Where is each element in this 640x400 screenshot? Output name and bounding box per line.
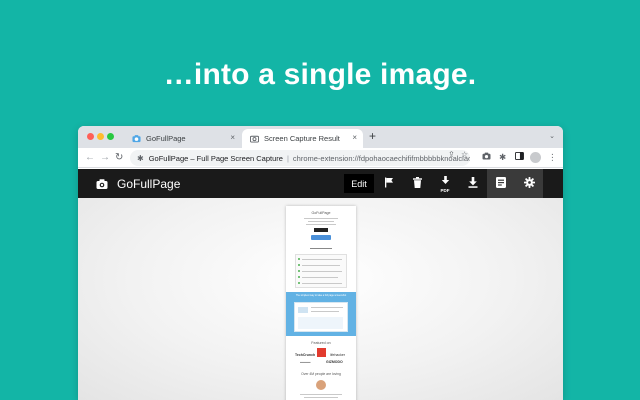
reload-icon[interactable]: ↻ — [115, 152, 123, 163]
thumbnail-logo: ▬▬▬ — [300, 360, 311, 364]
extension-puzzle-icon: ✱ — [137, 153, 144, 163]
share-icon[interactable]: ⇪ — [448, 150, 455, 159]
tab-screen-capture-result[interactable]: Screen Capture Result × — [242, 129, 363, 148]
edit-button[interactable]: Edit — [344, 174, 374, 193]
side-panel-icon[interactable] — [515, 152, 524, 162]
bookmark-star-icon[interactable]: ☆ — [461, 150, 468, 159]
thumbnail-logo: TechCrunch — [295, 353, 316, 357]
tab-label: Screen Capture Result — [264, 134, 340, 143]
tab-label: GoFullPage — [146, 134, 186, 143]
gofullpage-extension-icon[interactable] — [482, 152, 491, 162]
flag-button[interactable] — [375, 169, 403, 198]
extensions-puzzle-icon[interactable]: ✱ — [499, 152, 506, 163]
thumbnail-testimonials-title: Over 4M people are loving — [301, 372, 341, 376]
headline: …into a single image. — [163, 58, 477, 91]
maximize-window-button[interactable] — [107, 133, 114, 140]
tab-gofullpage[interactable]: GoFullPage × — [124, 129, 241, 148]
thumbnail-screenshot — [294, 302, 348, 332]
app-bar: GoFullPage Edit PDF — [78, 169, 563, 198]
file-list-button[interactable] — [487, 169, 515, 198]
close-window-button[interactable] — [87, 133, 94, 140]
new-tab-button[interactable]: + — [369, 129, 376, 143]
site-label: GoFullPage – Full Page Screen Capture — [148, 153, 283, 163]
gear-icon — [523, 175, 535, 193]
trash-icon — [412, 175, 422, 193]
settings-button[interactable] — [515, 169, 543, 198]
app-title: GoFullPage — [117, 177, 181, 191]
thumbnail-logo: lifehacker — [330, 353, 345, 357]
browser-toolbar: ← → ↻ ✱ GoFullPage – Full Page Screen Ca… — [78, 148, 563, 168]
close-tab-icon[interactable]: × — [230, 133, 235, 142]
tab-strip: GoFullPage × Screen Capture Result × + ⌄ — [78, 126, 563, 148]
document-list-icon — [496, 175, 506, 193]
forward-arrow-icon[interactable]: → — [100, 152, 110, 163]
close-tab-icon[interactable]: × — [352, 133, 357, 142]
download-icon — [468, 175, 478, 193]
thumbnail-header-title: GoFullPage — [311, 211, 331, 215]
thumbnail-featured-on: Featured on — [311, 341, 331, 345]
camera-icon — [132, 134, 141, 143]
thumbnail-band-title: The simplest way to take a full page scr… — [295, 294, 347, 297]
download-pdf-button[interactable]: PDF — [431, 169, 459, 198]
browser-menu-icon[interactable]: ⋮ — [548, 152, 557, 163]
pdf-label: PDF — [440, 188, 450, 193]
download-image-button[interactable] — [459, 169, 487, 198]
camera-icon — [250, 134, 259, 143]
camera-logo-icon — [96, 177, 108, 189]
flag-icon — [384, 175, 394, 193]
screenshot-thumbnail[interactable]: GoFullPage The simplest way to take a fu… — [286, 206, 356, 400]
delete-button[interactable] — [403, 169, 431, 198]
address-bar[interactable]: ✱ GoFullPage – Full Page Screen Capture … — [130, 150, 470, 166]
address-separator: | — [286, 153, 289, 163]
browser-window: GoFullPage × Screen Capture Result × + ⌄… — [78, 126, 563, 400]
back-arrow-icon[interactable]: ← — [85, 152, 95, 163]
tab-search-chevron-icon[interactable]: ⌄ — [549, 132, 555, 140]
url-text: chrome-extension://fdpohaocaechififmbbbb… — [292, 153, 470, 163]
thumbnail-logo: GIZMODO — [326, 360, 343, 364]
minimize-window-button[interactable] — [97, 133, 104, 140]
profile-avatar[interactable] — [530, 152, 541, 163]
capture-preview-area: GoFullPage The simplest way to take a fu… — [78, 198, 563, 400]
